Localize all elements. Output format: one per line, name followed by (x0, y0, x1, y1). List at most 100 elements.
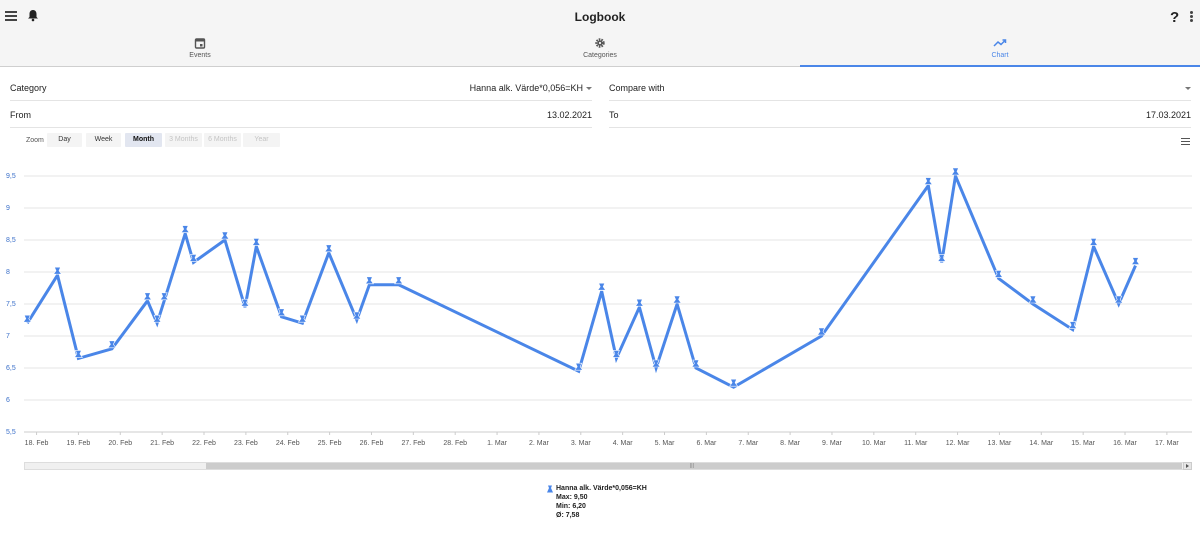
flask-marker-icon (73, 350, 83, 358)
zoom-day-button[interactable]: Day (47, 133, 82, 147)
zoom-year-button: Year (243, 133, 280, 147)
x-tick-label: 7. Mar (738, 440, 759, 447)
to-label: To (609, 110, 619, 120)
data-point[interactable] (1068, 321, 1078, 329)
x-tick-label: 23. Feb (234, 440, 258, 447)
data-point[interactable] (597, 282, 607, 291)
x-tick-label: 25. Feb (318, 440, 342, 447)
data-point[interactable] (729, 378, 739, 387)
flask-marker-icon (394, 276, 404, 285)
from-date-field[interactable]: From 13.02.2021 (10, 102, 592, 128)
legend-series-name: Hanna alk. Värde*0,056=KH (556, 485, 647, 492)
flask-marker-icon (597, 282, 607, 291)
tab-chart-label: Chart (991, 52, 1009, 59)
flask-marker-icon (220, 231, 230, 240)
data-point[interactable] (364, 276, 374, 285)
flask-marker-icon (1068, 321, 1078, 329)
data-point[interactable] (1089, 238, 1099, 246)
zoom-label: Zoom (26, 137, 44, 144)
y-tick-label: 7,5 (6, 301, 16, 308)
from-value: 13.02.2021 (546, 110, 592, 120)
x-tick-label: 17. Mar (1155, 440, 1179, 447)
x-tick-label: 22. Feb (192, 440, 216, 447)
tab-categories[interactable]: Categories (400, 36, 800, 59)
data-point[interactable] (142, 292, 153, 301)
data-point[interactable] (324, 244, 334, 253)
x-tick-label: 3. Mar (571, 440, 592, 447)
y-axis: 5,5 6 6,5 7 7,5 8 8,5 9 9,5 (6, 173, 16, 436)
arrow-right-icon (1186, 464, 1189, 468)
flask-marker-icon (364, 276, 374, 285)
chart-context-menu-icon[interactable] (1181, 138, 1190, 147)
flask-marker-icon (180, 225, 190, 233)
to-date-field[interactable]: To 17.03.2021 (609, 102, 1191, 128)
y-tick-label: 6,5 (6, 365, 16, 372)
data-point[interactable] (52, 266, 63, 275)
x-tick-label: 18. Feb (25, 440, 49, 447)
help-icon[interactable]: ? (1170, 9, 1179, 26)
compare-value-wrap (1182, 83, 1191, 93)
tab-chart[interactable]: Chart (800, 36, 1200, 67)
data-point[interactable] (937, 254, 947, 262)
scroll-grip: ||| (690, 463, 694, 469)
flask-marker-icon (937, 254, 947, 262)
data-point[interactable] (394, 276, 404, 285)
tab-categories-label: Categories (583, 52, 617, 59)
data-point[interactable] (73, 350, 83, 358)
y-tick-label: 7 (6, 333, 10, 340)
x-tick-label: 2. Mar (529, 440, 550, 447)
flask-marker-icon (142, 292, 153, 301)
app-title: Logbook (574, 10, 626, 24)
legend-avg: Ø: 7,58 (556, 512, 580, 519)
flask-marker-icon (324, 244, 334, 253)
data-point[interactable] (1028, 295, 1038, 304)
flask-marker-icon (950, 167, 961, 176)
scroll-right-button[interactable] (1183, 462, 1192, 470)
data-point[interactable] (923, 177, 933, 185)
category-label: Category (10, 83, 47, 93)
x-tick-label: 20. Feb (108, 440, 132, 447)
more-vert-icon[interactable] (1190, 11, 1194, 23)
zoom-week-button[interactable]: Week (86, 133, 121, 147)
calendar-icon (194, 38, 206, 49)
data-point[interactable] (251, 238, 261, 246)
x-tick-label: 9. Mar (822, 440, 843, 447)
chart-legend[interactable]: Hanna alk. Värde*0,056=KH Max: 9,50 Min:… (546, 484, 647, 520)
category-select[interactable]: Category Hanna alk. Värde*0,056=KH (10, 75, 592, 101)
x-tick-label: 27. Feb (401, 440, 425, 447)
scrollbar-thumb[interactable]: ||| (206, 463, 1182, 469)
flask-marker-icon (923, 177, 933, 185)
grid (24, 175, 1192, 433)
compare-label: Compare with (609, 83, 665, 93)
flask-marker-icon (1130, 257, 1141, 265)
data-point[interactable] (672, 295, 682, 304)
x-tick-label: 8. Mar (780, 440, 801, 447)
top-app-bar: Logbook ? Events Categories Chart (0, 0, 1200, 67)
trending-up-icon (993, 39, 1007, 47)
flask-marker-icon (52, 266, 63, 275)
x-tick-label: 24. Feb (276, 440, 300, 447)
data-point[interactable] (180, 225, 190, 233)
x-tick-label: 11. Mar (904, 440, 928, 447)
flask-marker-icon (634, 298, 644, 307)
line-chart: 5,5 6 6,5 7 7,5 8 8,5 9 9,5 18. Feb 19. Feb 20. Fe… (6, 167, 1192, 447)
tab-events[interactable]: Events (0, 36, 400, 59)
data-point[interactable] (1130, 257, 1141, 265)
legend-min: Min: 6,20 (556, 503, 586, 510)
chevron-down-icon (586, 87, 592, 91)
legend-max: Max: 9,50 (556, 494, 588, 501)
data-point[interactable] (950, 167, 961, 176)
data-point[interactable] (220, 231, 230, 240)
x-tick-label: 4. Mar (613, 440, 634, 447)
zoom-month-button[interactable]: Month (125, 133, 162, 147)
x-tick-label: 15. Mar (1071, 440, 1095, 447)
compare-select[interactable]: Compare with (609, 75, 1191, 101)
category-value-wrap: Hanna alk. Värde*0,056=KH (470, 83, 592, 93)
data-point[interactable] (634, 298, 644, 307)
x-axis: 18. Feb 19. Feb 20. Feb 21. Feb 22. Feb 23. F… (24, 431, 1192, 447)
flask-marker-icon (672, 295, 682, 304)
navigator-scrollbar[interactable]: ||| (24, 462, 1192, 470)
flask-marker-icon (1089, 238, 1099, 246)
y-tick-label: 6 (6, 397, 10, 404)
y-tick-label: 8 (6, 269, 10, 276)
